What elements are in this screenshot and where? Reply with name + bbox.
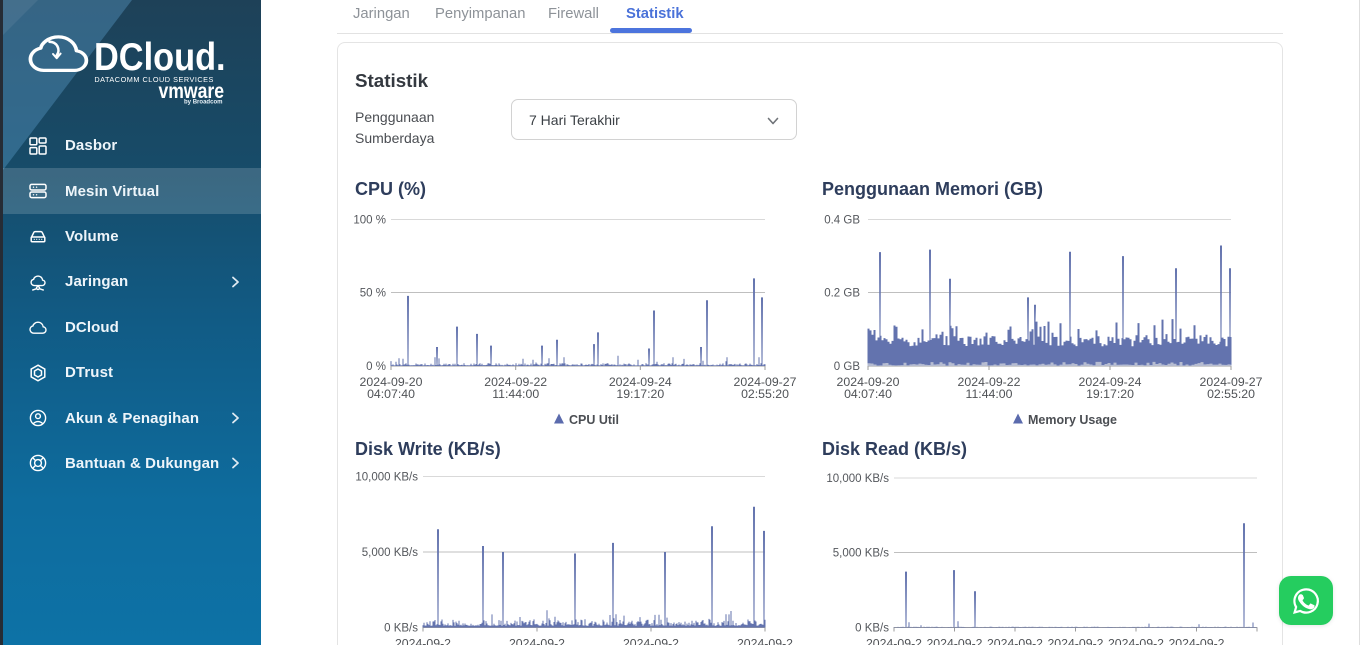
svg-text:04:07:40: 04:07:40 bbox=[844, 387, 892, 401]
svg-text:0.4 GB: 0.4 GB bbox=[824, 215, 860, 227]
svg-text:CPU Util: CPU Util bbox=[569, 413, 619, 427]
svg-text:5,000 KB/s: 5,000 KB/s bbox=[833, 548, 890, 560]
svg-text:2024-09-2: 2024-09-2 bbox=[1108, 637, 1164, 645]
svg-text:10,000 KB/s: 10,000 KB/s bbox=[826, 473, 889, 485]
svg-text:2024-09-2: 2024-09-2 bbox=[1047, 637, 1103, 645]
svg-text:by Broadcom: by Broadcom bbox=[184, 98, 223, 105]
svg-text:11:44:00: 11:44:00 bbox=[492, 387, 539, 401]
svg-text:0 %: 0 % bbox=[366, 361, 386, 373]
svg-text:2024-09-2: 2024-09-2 bbox=[987, 637, 1043, 645]
svg-text:04:07:40: 04:07:40 bbox=[367, 387, 415, 401]
svg-text:50 %: 50 % bbox=[360, 288, 386, 300]
svg-text:2024-09-2: 2024-09-2 bbox=[866, 637, 922, 645]
svg-text:0 KB/s: 0 KB/s bbox=[384, 623, 418, 635]
svg-text:2024-09-2: 2024-09-2 bbox=[737, 637, 793, 645]
svg-text:19:17:20: 19:17:20 bbox=[616, 387, 664, 401]
svg-text:02:55:20: 02:55:20 bbox=[741, 387, 789, 401]
svg-text:11:44:00: 11:44:00 bbox=[966, 387, 1013, 401]
svg-text:2024-09-2: 2024-09-2 bbox=[623, 637, 679, 645]
svg-text:02:55:20: 02:55:20 bbox=[1207, 387, 1255, 401]
svg-text:100 %: 100 % bbox=[353, 215, 386, 227]
svg-text:2024-09-2: 2024-09-2 bbox=[509, 637, 565, 645]
svg-text:2024-09-2: 2024-09-2 bbox=[926, 637, 982, 645]
svg-text:5,000 KB/s: 5,000 KB/s bbox=[362, 547, 419, 559]
svg-text:2024-09-2: 2024-09-2 bbox=[1168, 637, 1224, 645]
svg-text:0 KB/s: 0 KB/s bbox=[855, 623, 889, 635]
svg-text:0 GB: 0 GB bbox=[834, 361, 861, 373]
svg-text:19:17:20: 19:17:20 bbox=[1086, 387, 1134, 401]
svg-text:10,000 KB/s: 10,000 KB/s bbox=[355, 472, 418, 484]
svg-text:2024-09-2: 2024-09-2 bbox=[395, 637, 451, 645]
svg-text:Memory Usage: Memory Usage bbox=[1028, 413, 1117, 427]
svg-text:0.2 GB: 0.2 GB bbox=[824, 288, 860, 300]
svg-text:DCloud.: DCloud. bbox=[94, 36, 226, 79]
